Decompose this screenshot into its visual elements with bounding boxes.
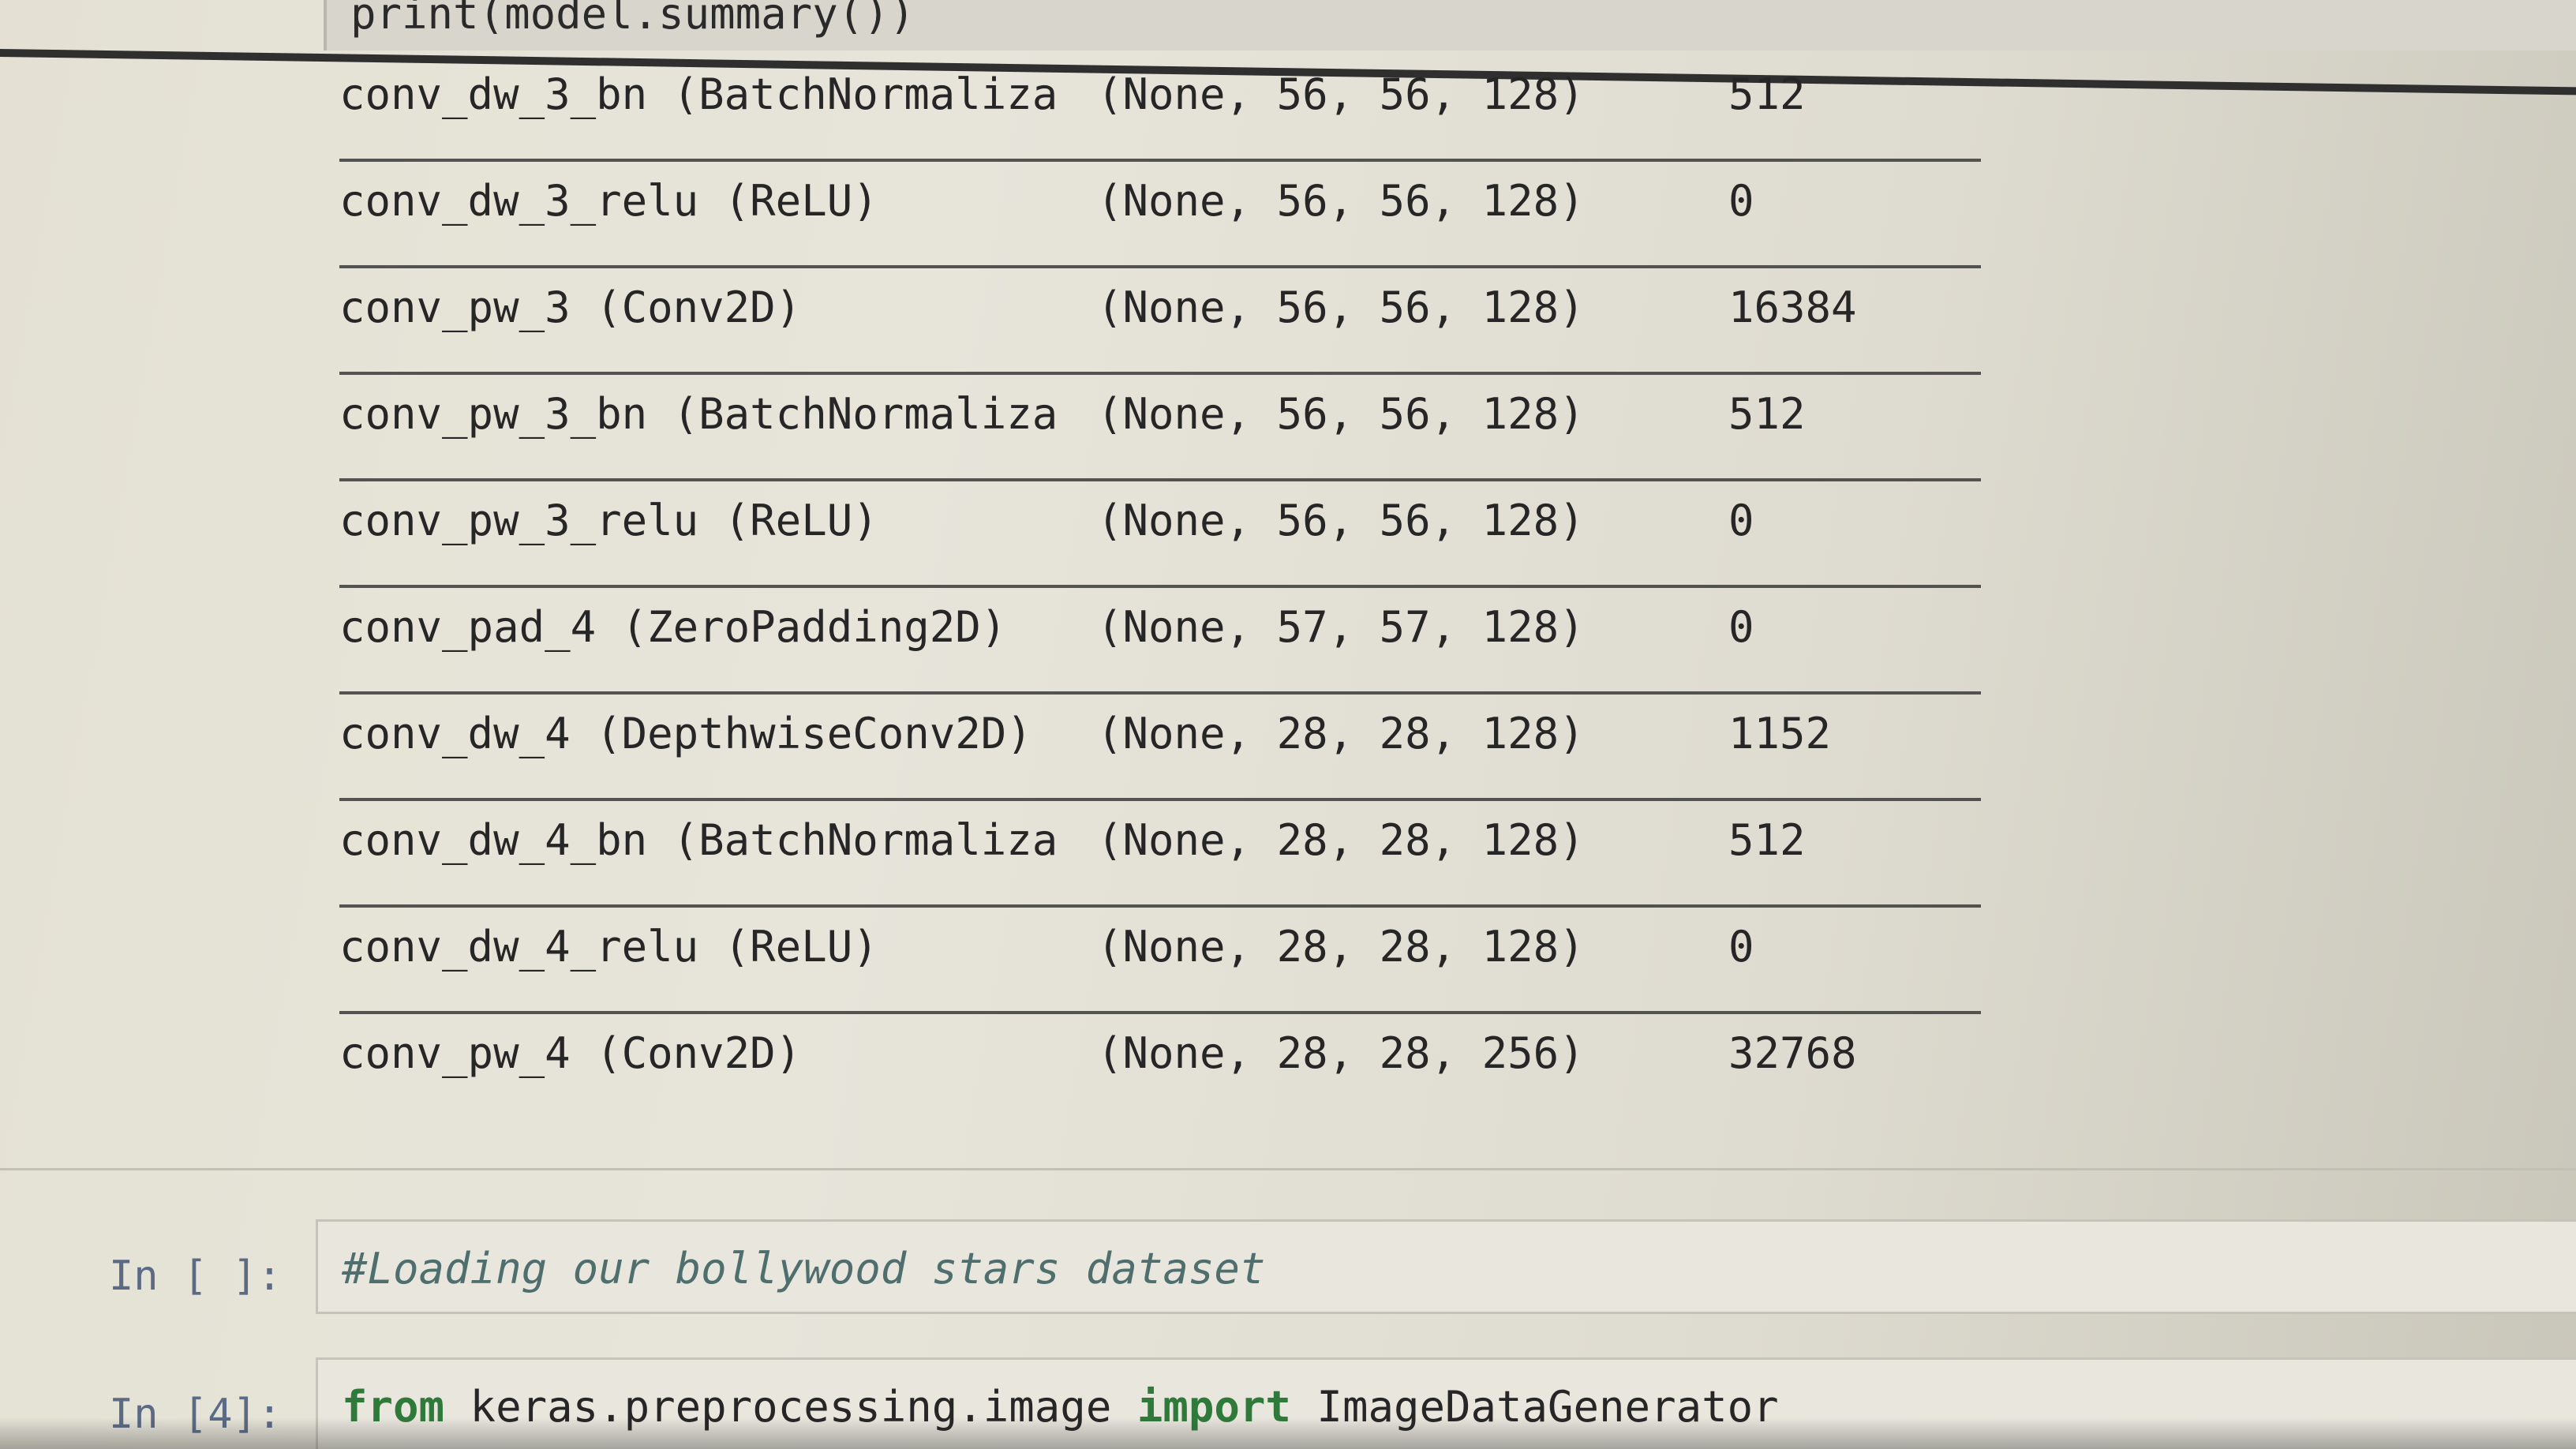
table-row: conv_dw_4_relu (ReLU) (None, 28, 28, 128… [339,908,1981,1014]
output-shape: (None, 28, 28, 128) [1097,709,1585,758]
param-count: 512 [1728,389,1806,439]
table-row: conv_pad_4 (ZeroPadding2D) (None, 57, 57… [339,588,1981,695]
output-shape: (None, 56, 56, 128) [1097,496,1585,545]
output-shape: (None, 28, 28, 128) [1097,922,1585,972]
param-count: 32768 [1728,1028,1857,1078]
output-shape: (None, 56, 56, 128) [1097,283,1585,332]
layer-name: conv_pw_4 (Conv2D) [339,1028,802,1078]
code-comment: #Loading our bollywood stars dataset [342,1244,1266,1294]
layer-name: conv_dw_4_bn (BatchNormaliza [339,815,1058,865]
layer-name: conv_dw_3_bn (BatchNormaliza [339,69,1058,119]
param-count: 0 [1728,922,1754,972]
model-summary-output: conv_dw_3_bn (BatchNormaliza (None, 56, … [339,55,1981,1121]
table-row: conv_dw_3_bn (BatchNormaliza (None, 56, … [339,55,1981,162]
code-line: print(model.summary()) [350,0,915,39]
layer-name: conv_dw_4_relu (ReLU) [339,922,878,972]
table-row: conv_pw_4 (Conv2D) (None, 28, 28, 256) 3… [339,1014,1981,1121]
cell-prompt: In [ ]: [109,1252,283,1300]
param-count: 0 [1728,176,1754,226]
cell-divider [0,1168,2576,1170]
table-row: conv_pw_3 (Conv2D) (None, 56, 56, 128) 1… [339,268,1981,375]
output-shape: (None, 56, 56, 128) [1097,176,1585,226]
param-count: 512 [1728,69,1806,119]
table-row: conv_pw_3_bn (BatchNormaliza (None, 56, … [339,375,1981,481]
jupyter-notebook: print(model.summary()) conv_dw_3_bn (Bat… [0,0,2576,1449]
output-shape: (None, 57, 57, 128) [1097,602,1585,652]
param-count: 512 [1728,815,1806,865]
cell-input[interactable]: #Loading our bollywood stars dataset [316,1219,2576,1314]
table-row: conv_dw_4 (DepthwiseConv2D) (None, 28, 2… [339,695,1981,801]
layer-name: conv_dw_3_relu (ReLU) [339,176,878,226]
table-row: conv_dw_3_relu (ReLU) (None, 56, 56, 128… [339,162,1981,268]
output-shape: (None, 56, 56, 128) [1097,389,1585,439]
table-row: conv_pw_3_relu (ReLU) (None, 56, 56, 128… [339,481,1981,588]
code-cell-summary[interactable]: print(model.summary()) [324,0,2576,51]
layer-name: conv_dw_4 (DepthwiseConv2D) [339,709,1032,758]
param-count: 1152 [1728,709,1832,758]
param-count: 0 [1728,496,1754,545]
param-count: 16384 [1728,283,1857,332]
code-cell-comment[interactable]: In [ ]: #Loading our bollywood stars dat… [0,1219,2576,1338]
photo-edge-shadow [0,1417,2576,1449]
layer-name: conv_pad_4 (ZeroPadding2D) [339,602,1007,652]
param-count: 0 [1728,602,1754,652]
output-shape: (None, 28, 28, 256) [1097,1028,1585,1078]
layer-name: conv_pw_3_bn (BatchNormaliza [339,389,1058,439]
table-row: conv_dw_4_bn (BatchNormaliza (None, 28, … [339,801,1981,908]
output-shape: (None, 28, 28, 128) [1097,815,1585,865]
layer-name: conv_pw_3_relu (ReLU) [339,496,878,545]
layer-name: conv_pw_3 (Conv2D) [339,283,802,332]
output-shape: (None, 56, 56, 128) [1097,69,1585,119]
